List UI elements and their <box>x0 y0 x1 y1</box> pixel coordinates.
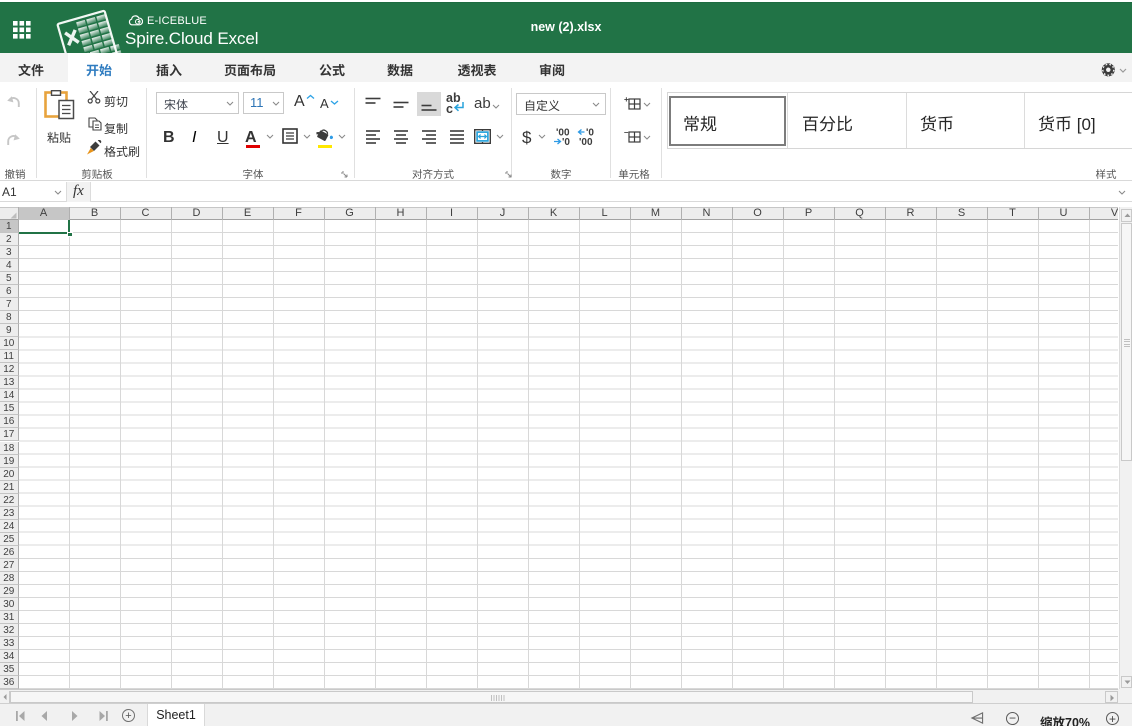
svg-text:+: + <box>624 97 629 104</box>
svg-text:'0: '0 <box>562 137 570 146</box>
svg-text:–: – <box>624 130 629 137</box>
svg-text:'00: '00 <box>579 137 593 146</box>
